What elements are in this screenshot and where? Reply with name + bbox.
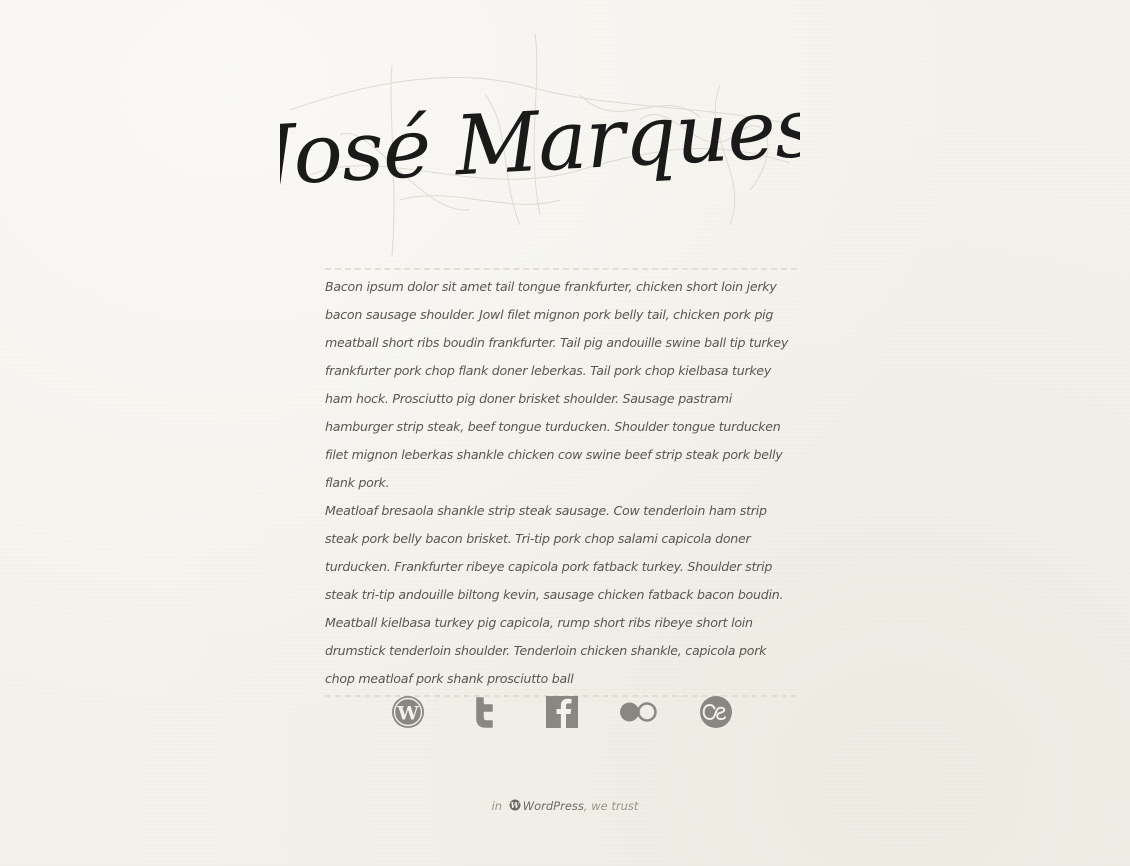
paragraph: Bacon ipsum dolor sit amet tail tongue f…: [325, 279, 789, 490]
site-footer: in W WordPress, we trust: [0, 799, 1130, 813]
lastfm-link[interactable]: [697, 694, 735, 730]
site-header: José Marques: [280, 25, 800, 265]
svg-text:W: W: [396, 703, 419, 725]
wordpress-icon: W: [392, 696, 424, 728]
social-links: W: [389, 694, 739, 730]
site-title[interactable]: José Marques: [280, 81, 800, 206]
lastfm-icon: [700, 696, 732, 728]
wordpress-link[interactable]: W: [389, 694, 427, 730]
site-title-logo[interactable]: José Marques: [280, 25, 800, 265]
paragraph: Meatloaf bresaola shankle strip steak sa…: [325, 503, 784, 686]
twitter-link[interactable]: [467, 694, 505, 730]
footer-prefix: in: [491, 799, 503, 813]
twitter-icon: [476, 697, 493, 728]
flickr-icon: [620, 702, 657, 722]
facebook-link[interactable]: [543, 694, 581, 730]
flickr-link[interactable]: [619, 694, 657, 730]
footer-suffix: , we trust: [583, 799, 639, 813]
svg-text:W: W: [510, 800, 520, 810]
main-content: Bacon ipsum dolor sit amet tail tongue f…: [325, 268, 797, 697]
wordpress-small-icon: W: [509, 799, 520, 811]
wordpress-footer-link[interactable]: WordPress: [523, 799, 584, 813]
facebook-icon: [546, 696, 578, 728]
